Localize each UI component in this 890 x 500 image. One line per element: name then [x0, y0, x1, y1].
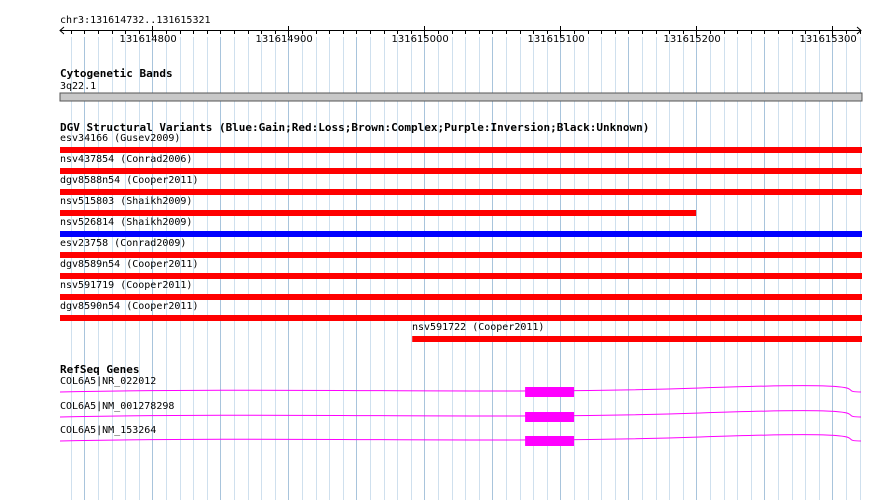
refseq-exon-block[interactable]: [525, 436, 575, 446]
ruler-tick-label: 131615200: [663, 34, 721, 45]
dgv-variant-bar-esv23758[interactable]: [60, 252, 862, 258]
cytoband-label: 3q22.1: [60, 81, 97, 92]
dgv-variant-label: nsv591722 (Cooper2011): [412, 322, 545, 333]
dgv-variant-label: esv34166 (Gusev2009): [60, 133, 181, 144]
refseq-gene-label: COL6A5|NR_022012: [60, 376, 157, 387]
dgv-variant-bar-dgv8590n54[interactable]: [60, 315, 862, 321]
dgv-variant-bar-dgv8588n54[interactable]: [60, 189, 862, 195]
dgv-variant-label: dgv8589n54 (Cooper2011): [60, 259, 199, 270]
refseq-gene-label: COL6A5|NM_153264: [60, 425, 157, 436]
ruler-tick-label: 131615100: [527, 34, 585, 45]
dgv-variant-bar-nsv437854[interactable]: [60, 168, 862, 174]
dgv-variant-bar-esv34166[interactable]: [60, 147, 862, 153]
dgv-variant-label: nsv591719 (Cooper2011): [60, 280, 193, 291]
dgv-variant-bar-nsv526814[interactable]: [60, 231, 862, 237]
cytoband-bar[interactable]: [59, 92, 863, 102]
dgv-variant-label: nsv515803 (Shaikh2009): [60, 196, 193, 207]
dgv-track-title: DGV Structural Variants (Blue:Gain;Red:L…: [60, 121, 650, 134]
cytoband-track-title: Cytogenetic Bands: [60, 67, 173, 80]
dgv-variant-bar-nsv515803[interactable]: [60, 210, 697, 216]
dgv-variant-bar-nsv591722[interactable]: [412, 336, 862, 342]
location-label: chr3:131614732..131615321: [60, 15, 211, 26]
dgv-variant-label: nsv526814 (Shaikh2009): [60, 217, 193, 228]
dgv-variant-bar-nsv591719[interactable]: [60, 294, 862, 300]
ruler-tick-label: 131615000: [391, 34, 449, 45]
ruler-tick-label: 131615300: [799, 34, 857, 45]
refseq-exon-block[interactable]: [525, 412, 575, 422]
dgv-variant-bar-dgv8589n54[interactable]: [60, 273, 862, 279]
refseq-track-title: RefSeq Genes: [60, 363, 140, 376]
dgv-variant-label: nsv437854 (Conrad2006): [60, 154, 193, 165]
ruler-tick-label: 131614900: [255, 34, 313, 45]
dgv-variant-label: dgv8588n54 (Cooper2011): [60, 175, 199, 186]
refseq-gene-label: COL6A5|NM_001278298: [60, 401, 175, 412]
dgv-variant-label: esv23758 (Conrad2009): [60, 238, 187, 249]
ruler-tick-label: 131614800: [119, 34, 177, 45]
dgv-variant-label: dgv8590n54 (Cooper2011): [60, 301, 199, 312]
refseq-exon-block[interactable]: [525, 387, 575, 397]
